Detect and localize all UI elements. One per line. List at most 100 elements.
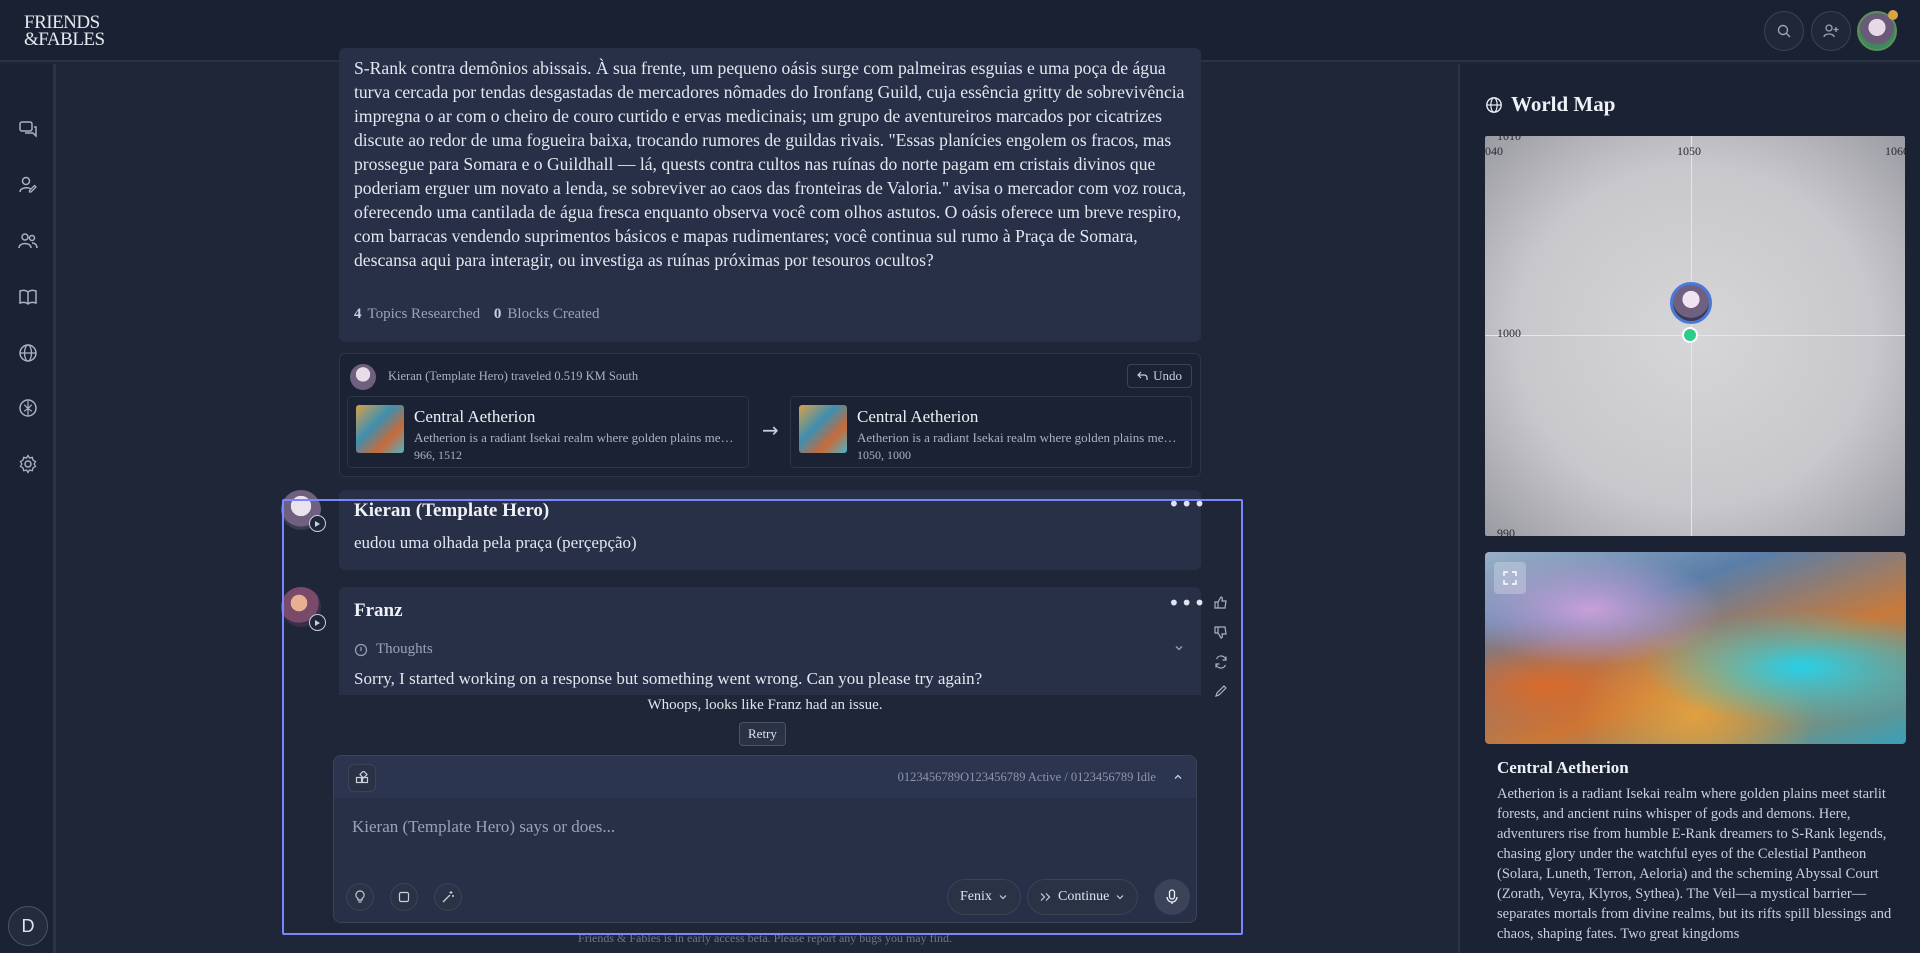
microphone-icon xyxy=(1166,889,1178,904)
microphone-button[interactable] xyxy=(1154,879,1190,915)
play-audio-button[interactable] xyxy=(309,515,326,532)
location-to-desc: Aetherion is a radiant Isekai realm wher… xyxy=(857,430,1181,445)
topics-count: 4 xyxy=(354,306,362,322)
regenerate-button[interactable] xyxy=(1212,653,1230,671)
globe-icon xyxy=(19,344,37,362)
add-user-button[interactable] xyxy=(1811,11,1851,51)
thoughts-toggle[interactable]: Thoughts xyxy=(354,641,433,658)
suggestion-button[interactable] xyxy=(346,883,374,911)
blocks-count: 0 xyxy=(493,306,502,322)
double-chevron-right-icon xyxy=(1040,893,1051,901)
session-status: 0123456789O123456789 Active / 0123456789… xyxy=(897,770,1156,784)
sidebar-item-settings[interactable] xyxy=(15,451,41,477)
character-edit-icon xyxy=(19,176,37,193)
blocks-icon xyxy=(355,771,369,784)
thoughts-icon xyxy=(354,643,368,656)
brain-icon xyxy=(19,399,37,417)
collapse-button[interactable] xyxy=(1172,770,1184,788)
add-user-icon xyxy=(1823,24,1839,38)
pencil-icon xyxy=(1215,685,1227,697)
book-icon xyxy=(19,289,37,306)
play-audio-button[interactable] xyxy=(309,614,326,631)
globe-icon xyxy=(1486,96,1502,113)
location-dot[interactable] xyxy=(1682,327,1698,343)
location-from-thumbnail xyxy=(356,405,404,453)
message-composer: 0123456789O123456789 Active / 0123456789… xyxy=(333,755,1197,923)
chevron-down-icon xyxy=(1116,895,1124,900)
chat-icon xyxy=(19,121,37,138)
search-icon xyxy=(1777,24,1791,38)
error-message: Whoops, looks like Franz had an issue. xyxy=(647,697,883,713)
message-options-button[interactable]: ••• xyxy=(1168,494,1206,514)
message-input[interactable] xyxy=(352,812,1172,842)
thumbs-up-button[interactable] xyxy=(1212,594,1230,612)
beta-notice: Friends & Fables is in early access beta… xyxy=(578,931,952,945)
character-map-marker[interactable] xyxy=(1670,282,1712,324)
thoughts-label: Thoughts xyxy=(376,641,433,657)
location-to-card[interactable]: Central Aetherion Aetherion is a radiant… xyxy=(790,396,1192,468)
location-from-desc: Aetherion is a radiant Isekai realm wher… xyxy=(414,430,738,445)
party-icon xyxy=(18,233,38,249)
model-select[interactable]: Fenix xyxy=(947,879,1021,915)
topics-label: Topics Researched xyxy=(367,306,481,322)
map-y-label: 1010 xyxy=(1497,136,1521,143)
location-from-card[interactable]: Central Aetherion Aetherion is a radiant… xyxy=(347,396,749,468)
region-description: Aetherion is a radiant Isekai realm wher… xyxy=(1497,786,1892,942)
blocks-button[interactable] xyxy=(348,764,376,792)
world-map-header: World Map xyxy=(1485,92,1615,117)
region-image[interactable] xyxy=(1485,552,1906,744)
research-stats: 4 Topics Researched 0 Blocks Created xyxy=(354,306,599,323)
model-label: Fenix xyxy=(960,889,992,904)
square-button[interactable] xyxy=(390,883,418,911)
world-map-title: World Map xyxy=(1511,92,1616,116)
travel-description: Kieran (Template Hero) traveled 0.519 KM… xyxy=(388,369,639,383)
message-text: Sorry, I started working on a response b… xyxy=(354,669,983,688)
undo-label: Undo xyxy=(1153,368,1182,383)
chevron-down-icon xyxy=(999,895,1007,900)
arrow-right-icon: → xyxy=(762,418,779,442)
user-avatar[interactable] xyxy=(1857,10,1898,51)
settings-icon xyxy=(19,454,37,474)
expand-button[interactable] xyxy=(1494,562,1526,594)
chevron-down-icon[interactable] xyxy=(1173,641,1185,659)
location-to-thumbnail xyxy=(799,405,847,453)
thumbs-up-icon xyxy=(1214,596,1227,609)
message-author: Kieran (Template Hero) xyxy=(354,500,550,521)
sidebar-item-chat[interactable] xyxy=(15,116,41,142)
location-from-coords: 966, 1512 xyxy=(414,448,462,462)
sidebar-item-book[interactable] xyxy=(15,284,41,310)
map-x-label: 1040 xyxy=(1485,144,1503,158)
refresh-icon xyxy=(1215,655,1227,669)
sidebar xyxy=(0,64,56,953)
square-icon xyxy=(398,891,410,903)
traveler-avatar xyxy=(350,364,376,390)
undo-button[interactable]: Undo xyxy=(1127,364,1192,388)
continue-select[interactable]: Continue xyxy=(1027,879,1139,915)
map-x-label: 1060 xyxy=(1885,144,1905,158)
location-to-coords: 1050, 1000 xyxy=(857,448,911,462)
continue-label: Continue xyxy=(1058,889,1110,904)
thumbs-down-icon xyxy=(1214,626,1227,639)
magic-wand-icon xyxy=(442,891,454,903)
sidebar-item-world[interactable] xyxy=(15,340,41,366)
play-icon xyxy=(315,619,320,626)
sidebar-item-party[interactable] xyxy=(15,228,41,254)
location-to-name: Central Aetherion xyxy=(857,407,979,426)
message-options-button[interactable]: ••• xyxy=(1168,593,1206,613)
chevron-up-icon xyxy=(1174,774,1182,779)
expand-icon xyxy=(1503,571,1517,585)
map-x-label: 1050 xyxy=(1677,144,1701,158)
message-text: eudou uma olhada pela praça (perçepção) xyxy=(354,533,637,552)
location-from-name: Central Aetherion xyxy=(414,407,536,426)
sidebar-item-character[interactable] xyxy=(15,172,41,198)
map-y-label: 990 xyxy=(1497,526,1515,536)
search-button[interactable] xyxy=(1764,11,1804,51)
thumbs-down-button[interactable] xyxy=(1212,623,1230,641)
blocks-label: Blocks Created xyxy=(507,306,600,322)
region-name: Central Aetherion xyxy=(1497,758,1629,777)
magic-wand-button[interactable] xyxy=(434,883,462,911)
sidebar-item-brain[interactable] xyxy=(15,395,41,421)
undo-icon xyxy=(1137,371,1148,380)
app-logo[interactable]: FRIENDS &FABLES xyxy=(24,13,105,49)
retry-button[interactable]: Retry xyxy=(739,722,786,746)
